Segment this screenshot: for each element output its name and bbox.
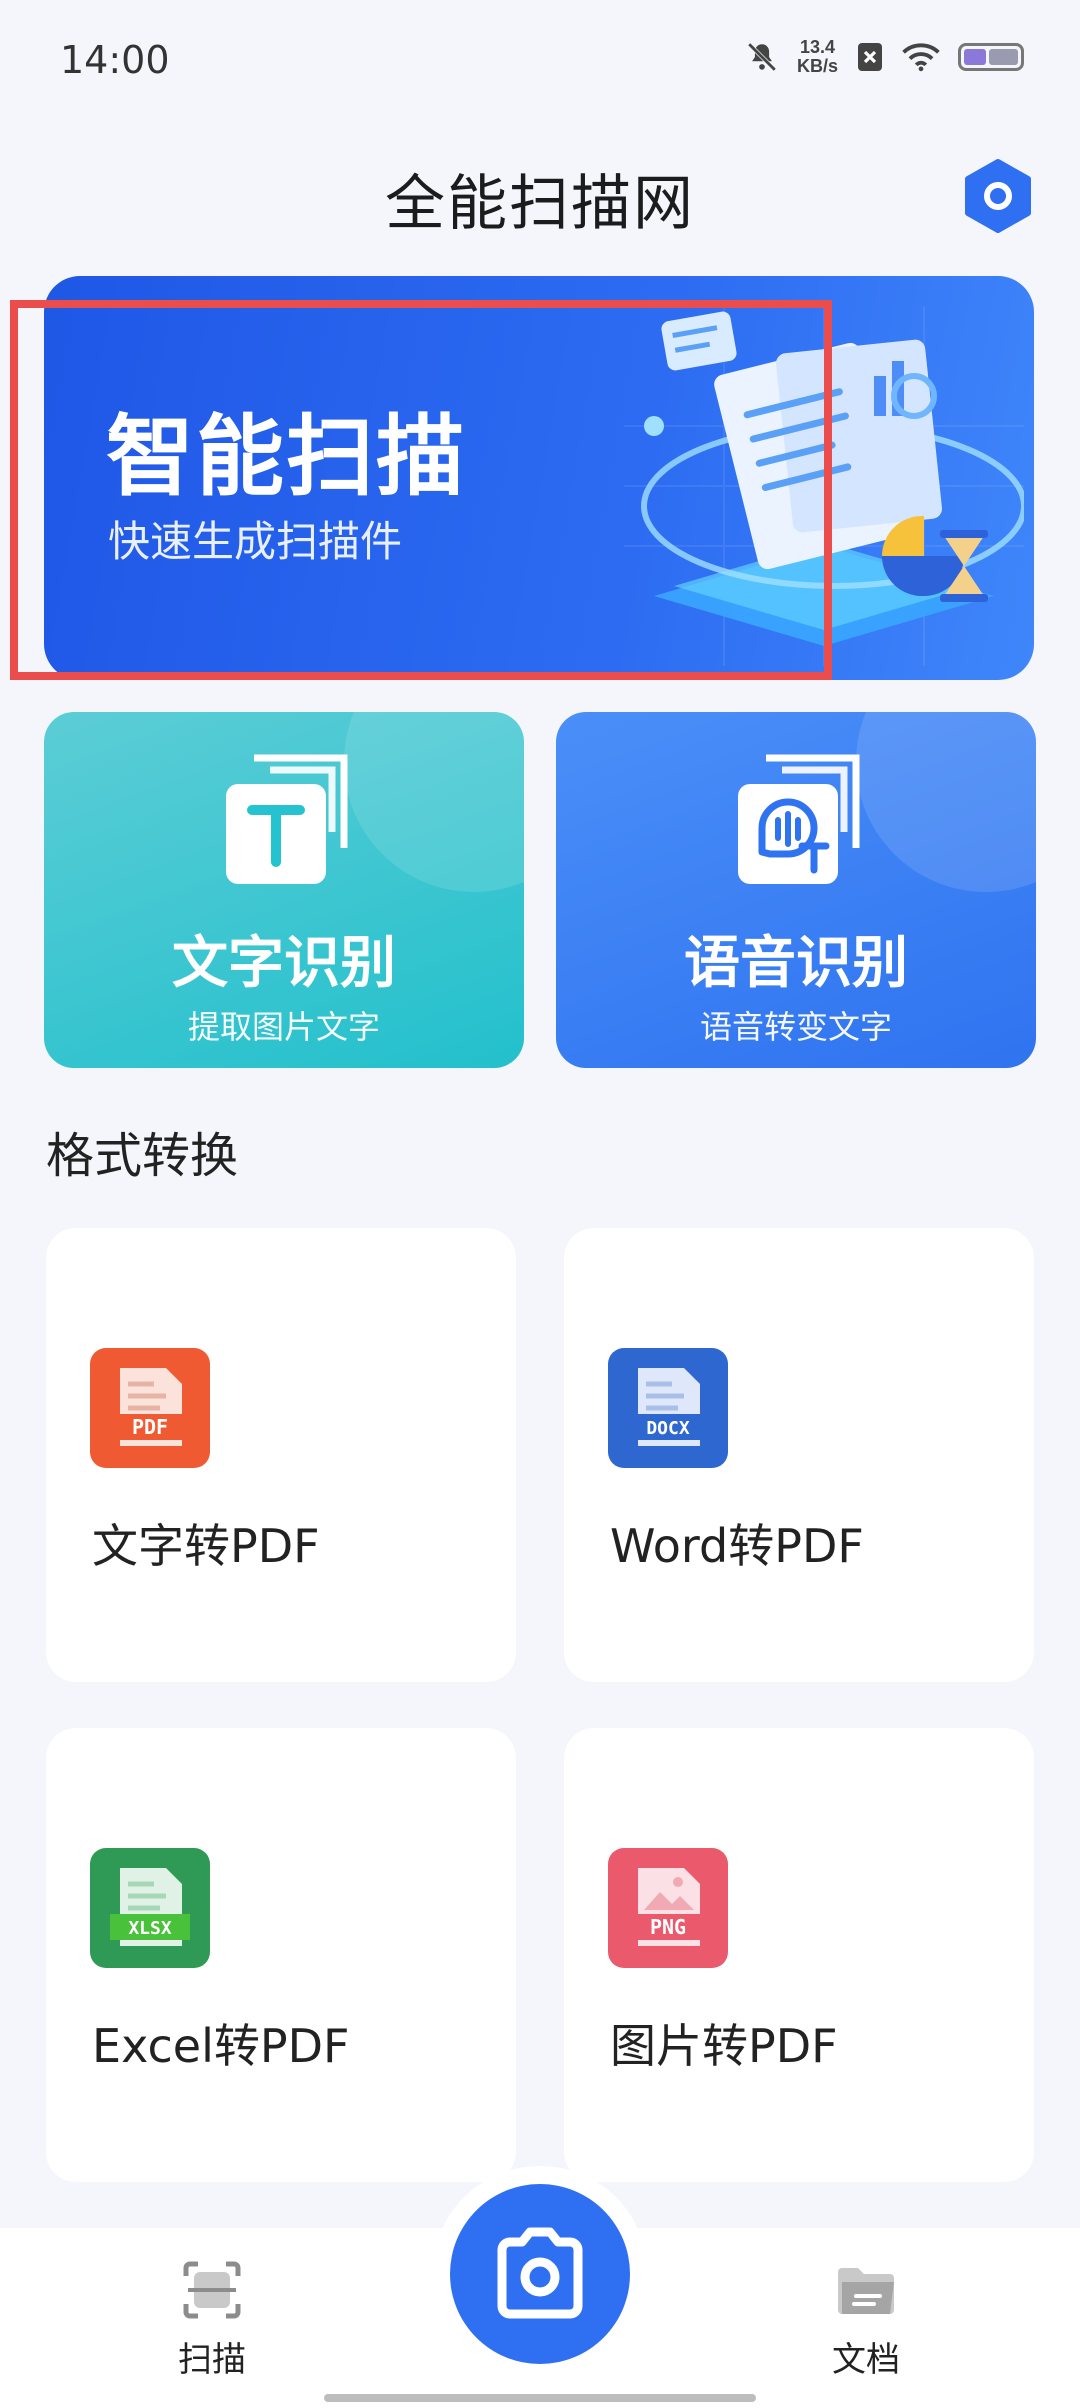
- status-bar: 14:00 13.4 KB/s: [0, 0, 1080, 120]
- excel-to-pdf-label: Excel转PDF: [92, 2019, 350, 2073]
- nav-docs-label: 文档: [832, 2340, 900, 2380]
- mute-bell-icon: [747, 42, 777, 72]
- text-to-pdf-label: 文字转PDF: [92, 1519, 320, 1573]
- scan-frame-icon: [183, 2261, 241, 2319]
- voice-recognition-title: 语音识别: [684, 931, 908, 996]
- text-recognition-icon: [226, 754, 348, 884]
- xlsx-file-icon: XLSX: [90, 1848, 210, 1968]
- text-recognition-card[interactable]: 文字识别 提取图片文字: [44, 712, 524, 1068]
- status-icons: 13.4 KB/s: [745, 38, 1024, 76]
- pdf-badge: PDF: [132, 1415, 168, 1439]
- image-to-pdf-label: 图片转PDF: [610, 2019, 838, 2073]
- text-recognition-subtitle: 提取图片文字: [187, 1008, 380, 1046]
- battery-icon: [958, 43, 1024, 71]
- docx-file-icon: DOCX: [608, 1348, 728, 1468]
- voice-recognition-subtitle: 语音转变文字: [699, 1008, 892, 1046]
- excel-to-pdf-card[interactable]: XLSX Excel转PDF: [46, 1728, 516, 2182]
- png-file-icon: PNG: [608, 1848, 728, 1968]
- png-badge: PNG: [650, 1915, 686, 1939]
- voice-recognition-card[interactable]: 语音识别 语音转变文字: [556, 712, 1036, 1068]
- docx-badge: DOCX: [646, 1418, 690, 1439]
- settings-hexagon-icon[interactable]: [960, 158, 1036, 234]
- wifi-icon: [902, 43, 940, 72]
- text-to-pdf-card[interactable]: PDF 文字转PDF: [46, 1228, 516, 1682]
- sim-off-icon: [858, 43, 882, 71]
- folder-icon: [838, 2268, 894, 2314]
- word-to-pdf-card[interactable]: DOCX Word转PDF: [564, 1228, 1034, 1682]
- pdf-file-icon: PDF: [90, 1348, 210, 1468]
- network-speed: 13.4 KB/s: [797, 38, 838, 76]
- image-to-pdf-card[interactable]: PNG 图片转PDF: [564, 1728, 1034, 2182]
- nav-docs[interactable]: 文档: [796, 2258, 936, 2381]
- nav-scan[interactable]: 扫描: [142, 2258, 282, 2381]
- camera-icon: [497, 2227, 583, 2319]
- home-indicator[interactable]: [324, 2394, 756, 2402]
- network-speed-unit: KB/s: [796, 56, 838, 76]
- status-time: 14:00: [60, 38, 170, 82]
- network-speed-value: 13.4: [799, 37, 836, 57]
- camera-button[interactable]: [450, 2184, 630, 2364]
- voice-recognition-icon: [738, 754, 860, 884]
- xlsx-badge: XLSX: [128, 1918, 172, 1939]
- word-to-pdf-label: Word转PDF: [610, 1519, 864, 1573]
- nav-scan-label: 扫描: [178, 2340, 246, 2380]
- format-conversion-heading: 格式转换: [46, 1128, 239, 1184]
- text-recognition-title: 文字识别: [172, 931, 396, 996]
- page-title: 全能扫描网: [385, 169, 695, 239]
- highlight-box: [10, 300, 832, 680]
